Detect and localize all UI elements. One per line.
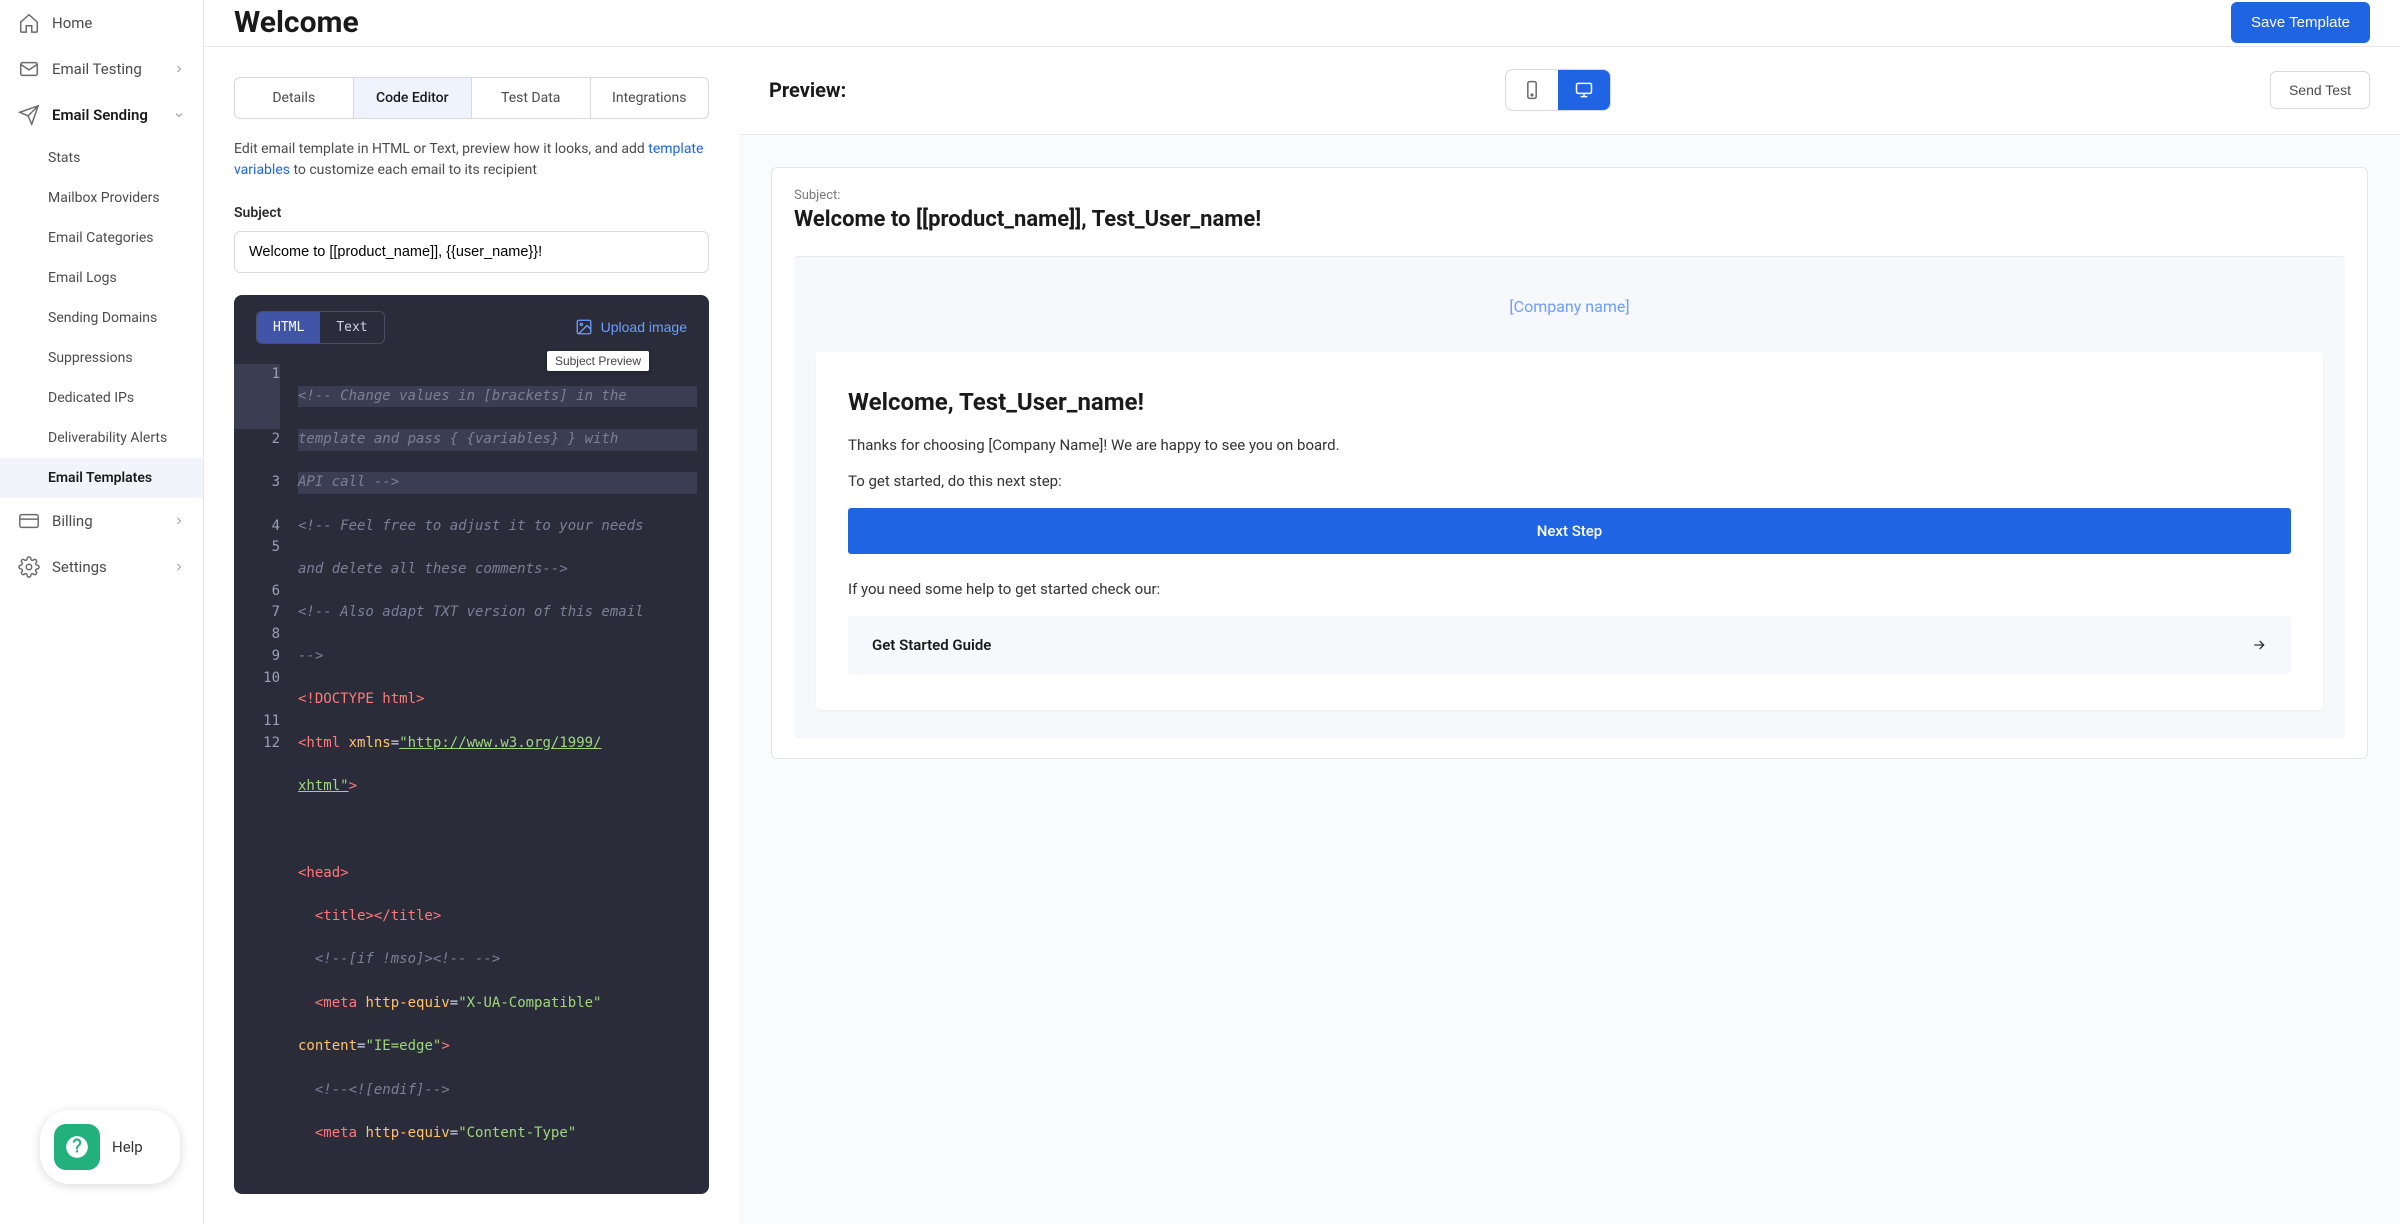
editor-html-tab[interactable]: HTML	[257, 312, 320, 343]
preview-column: Preview: Send Test Subject: Welc	[739, 47, 2400, 1224]
sidebar: Home Email Testing Email Sending Stats M…	[0, 0, 204, 1224]
preview-stage: Subject: Welcome to [[product_name]], Te…	[739, 135, 2400, 1224]
preview-card: Welcome, Test_User_name! Thanks for choo…	[816, 352, 2323, 710]
sidebar-label: Email Sending	[52, 106, 148, 124]
sidebar-item-dedicated-ips[interactable]: Dedicated IPs	[0, 378, 203, 418]
sidebar-item-email-testing[interactable]: Email Testing	[0, 46, 203, 92]
sidebar-item-sending-domains[interactable]: Sending Domains	[0, 298, 203, 338]
code-gutter: 1 2 3 4 5 6 7 8	[234, 358, 294, 1194]
sidebar-item-stats[interactable]: Stats	[0, 138, 203, 178]
preview-body: [Company name] Welcome, Test_User_name! …	[794, 256, 2345, 738]
chevron-right-icon	[173, 515, 185, 527]
preview-guide-link[interactable]: Get Started Guide	[848, 616, 2291, 674]
sidebar-label: Home	[52, 14, 92, 32]
upload-image-button[interactable]: Upload image	[575, 318, 687, 336]
helper-text: Edit email template in HTML or Text, pre…	[234, 139, 709, 181]
upload-icon	[575, 318, 593, 336]
editor-format-toggle: HTML Text	[256, 311, 385, 344]
preview-subject-value: Welcome to [[product_name]], Test_User_n…	[794, 207, 2345, 232]
gear-icon	[18, 556, 40, 578]
sidebar-item-deliverability-alerts[interactable]: Deliverability Alerts	[0, 418, 203, 458]
mobile-icon	[1522, 80, 1542, 100]
arrow-right-icon	[2251, 637, 2267, 653]
preview-next-step-button[interactable]: Next Step	[848, 508, 2291, 554]
subject-label: Subject	[234, 205, 709, 221]
editor-text-tab[interactable]: Text	[320, 312, 383, 343]
save-template-button[interactable]: Save Template	[2231, 2, 2370, 43]
preview-paragraph: Thanks for choosing [Company Name]! We a…	[848, 436, 2291, 454]
sidebar-item-suppressions[interactable]: Suppressions	[0, 338, 203, 378]
send-test-button[interactable]: Send Test	[2270, 71, 2370, 109]
tab-code-editor[interactable]: Code Editor	[354, 78, 473, 118]
help-icon	[54, 1124, 100, 1170]
page-header: Welcome Save Template	[204, 0, 2400, 47]
credit-card-icon	[18, 510, 40, 532]
sidebar-item-email-categories[interactable]: Email Categories	[0, 218, 203, 258]
sidebar-item-billing[interactable]: Billing	[0, 498, 203, 544]
preview-label: Preview:	[769, 78, 846, 102]
template-tabs: Details Code Editor Test Data Integratio…	[234, 77, 709, 119]
preview-company-name: [Company name]	[816, 297, 2323, 316]
home-icon	[18, 12, 40, 34]
editor-column: Details Code Editor Test Data Integratio…	[204, 47, 739, 1224]
desktop-icon	[1574, 80, 1594, 100]
sidebar-label: Settings	[52, 558, 107, 576]
preview-heading: Welcome, Test_User_name!	[848, 388, 2291, 416]
sidebar-label: Billing	[52, 512, 93, 530]
help-label: Help	[112, 1138, 143, 1156]
send-icon	[18, 104, 40, 126]
preview-guide-label: Get Started Guide	[872, 636, 991, 654]
sidebar-item-email-logs[interactable]: Email Logs	[0, 258, 203, 298]
tab-details[interactable]: Details	[235, 78, 354, 118]
sidebar-item-settings[interactable]: Settings	[0, 544, 203, 590]
preview-frame: Subject: Welcome to [[product_name]], Te…	[771, 167, 2368, 759]
sidebar-item-email-sending[interactable]: Email Sending	[0, 92, 203, 138]
tab-test-data[interactable]: Test Data	[472, 78, 591, 118]
subject-input[interactable]	[234, 231, 709, 273]
chevron-right-icon	[173, 561, 185, 573]
chevron-down-icon	[173, 109, 185, 121]
device-mobile-button[interactable]	[1506, 70, 1558, 110]
mail-icon	[18, 58, 40, 80]
preview-paragraph: To get started, do this next step:	[848, 472, 2291, 490]
sidebar-label: Email Testing	[52, 60, 142, 78]
code-editor: HTML Text Upload image Subject Preview 1	[234, 295, 709, 1194]
device-toggle	[1505, 69, 1611, 111]
preview-subject-label: Subject:	[794, 188, 2345, 203]
sidebar-item-email-templates[interactable]: Email Templates	[0, 458, 203, 498]
code-area[interactable]: 1 2 3 4 5 6 7 8	[234, 358, 709, 1194]
preview-toolbar: Preview: Send Test	[739, 47, 2400, 135]
subject-preview-tooltip: Subject Preview	[547, 351, 649, 371]
preview-paragraph: If you need some help to get started che…	[848, 580, 2291, 598]
code-content[interactable]: <!-- Change values in [brackets] in the …	[294, 358, 709, 1194]
page-title: Welcome	[234, 5, 359, 40]
device-desktop-button[interactable]	[1558, 70, 1610, 110]
sidebar-item-home[interactable]: Home	[0, 0, 203, 46]
sidebar-item-mailbox-providers[interactable]: Mailbox Providers	[0, 178, 203, 218]
chevron-right-icon	[173, 63, 185, 75]
help-button[interactable]: Help	[40, 1110, 180, 1184]
tab-integrations[interactable]: Integrations	[591, 78, 709, 118]
